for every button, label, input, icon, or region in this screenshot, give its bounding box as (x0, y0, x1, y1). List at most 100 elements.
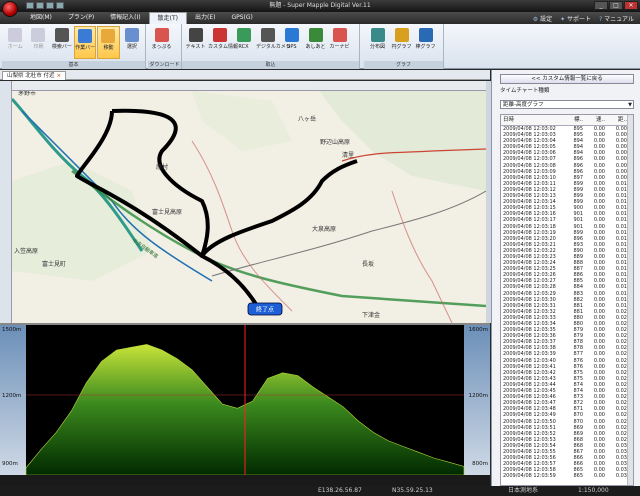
quick-customize-icon[interactable] (56, 2, 64, 9)
menu-tab-2[interactable]: 情報記入(I) (102, 12, 148, 24)
map-canvas: 茅野市八ヶ岳原村野辺山高原清里富士見高原大泉高原富士見町入笠高原長坂下津金 終了… (12, 81, 486, 323)
ribbon-button-label: GPS (286, 44, 297, 50)
ribbon-button-0-5[interactable]: 選択 (121, 26, 143, 59)
ribbon-icon-1-0 (154, 28, 169, 42)
quick-redo-icon[interactable] (46, 2, 54, 9)
map-horizontal-ruler (12, 81, 486, 91)
ribbon-button-2-4[interactable]: GPS (280, 26, 303, 59)
support-link[interactable]: ✦ サポート (560, 14, 591, 23)
column-distance[interactable]: 距.. (605, 115, 627, 125)
help-links: ⚙ 設定 ✦ サポート ? マニュアル (533, 12, 634, 24)
status-datum: 日本測地系 (508, 487, 539, 494)
ribbon-button-0-0[interactable]: ホーム (4, 26, 26, 59)
map-place-label: 野辺山高原 (320, 138, 350, 146)
ribbon-icon-3-1 (394, 28, 409, 42)
help-icon: ✦ (560, 15, 566, 23)
ribbon-button-0-2[interactable]: 検索バー (51, 26, 73, 59)
right-tick-label: 800m (472, 461, 488, 467)
ribbon-button-2-5[interactable]: あしあと (304, 26, 327, 59)
back-to-list-button[interactable]: << カスタム情報一覧に戻る (500, 74, 634, 84)
title-bar: 無題 - Super Mapple Digital Ver.11 (0, 0, 640, 12)
column-altitude[interactable]: 標.. (559, 115, 583, 125)
settings-link[interactable]: ⚙ 設定 (533, 14, 552, 23)
menu-tab-4[interactable]: 出力(E) (187, 12, 223, 24)
status-bar: E138.26.56.87 N35.59.25.13 日本測地系 1:150,0… (0, 486, 640, 496)
quick-save-icon[interactable] (26, 2, 34, 9)
menu-tab-0[interactable]: 地図(M) (22, 12, 60, 24)
map-place-label: 八ヶ岳 (298, 116, 316, 123)
menu-tab-3[interactable]: 散走(T) (148, 12, 187, 24)
ribbon-button-2-2[interactable]: RCX (232, 26, 255, 59)
ribbon-icon-2-1 (212, 28, 227, 42)
left-tick-label: 1200m (2, 393, 21, 399)
ribbon-button-3-1[interactable]: 円グラフ (390, 26, 413, 59)
chevron-down-icon: ▼ (628, 102, 632, 108)
ribbon-button-label: カーナビ (329, 44, 350, 50)
ribbon-button-0-1[interactable]: 印刷 (27, 26, 49, 59)
ribbon-button-3-0[interactable]: 分布図 (366, 26, 389, 59)
ribbon-button-label: ホーム (7, 44, 23, 50)
ribbon-button-0-4[interactable]: 移動 (97, 26, 120, 59)
table-scrollbar[interactable] (627, 115, 633, 485)
minimize-button[interactable]: _ (594, 1, 608, 10)
ribbon-icon-0-4 (101, 29, 116, 43)
chart-type-select[interactable]: 距離-高度グラフ ▼ (500, 100, 634, 109)
window-title: 無題 - Super Mapple Digital Ver.11 (269, 2, 371, 9)
table-row[interactable]: 2009/04/08 12:03:59 865 0.00 0.03 (501, 473, 633, 479)
table-body: 2009/04/08 12:03:02 895 0.00 0.00 2009/04/08… (501, 126, 633, 479)
app-menu-orb[interactable] (2, 1, 18, 17)
ribbon-group-label: 取込 (182, 61, 359, 69)
menu-tab-1[interactable]: プラン(P) (60, 12, 102, 24)
location-tab[interactable]: 山梨県 北杜市 付近 × (2, 71, 67, 80)
ribbon-button-1-0[interactable]: まっぷる (150, 26, 173, 59)
elevation-chart[interactable]: 1500m1200m900m1600m1200m800m10.0km20.0km… (0, 323, 490, 486)
ribbon-button-label: テキスト (185, 44, 206, 50)
map-place-label: 清里 (342, 151, 354, 159)
tab-close-icon[interactable]: × (57, 73, 62, 79)
ribbon-group-label: グラフ (364, 61, 443, 69)
quick-undo-icon[interactable] (36, 2, 44, 9)
ribbon-icon-3-2 (418, 28, 433, 42)
left-tick-label: 900m (2, 461, 18, 467)
column-datetime[interactable]: 日時 (501, 115, 559, 125)
ribbon-icon-0-2 (54, 28, 69, 42)
track-data-table: 日時 標.. 速.. 距.. 2009/04/08 12:03:02 895 0.0… (500, 114, 634, 486)
menu-tab-5[interactable]: GPS(G) (223, 12, 260, 24)
table-header: 日時 標.. 速.. 距.. (501, 115, 633, 126)
ribbon-group-1: まっぷるダウンロード (148, 24, 182, 69)
ribbon-button-2-3[interactable]: デジタルカメラ (256, 26, 291, 59)
maximize-button[interactable]: □ (609, 1, 623, 10)
status-longitude: E138.26.56.87 (318, 487, 362, 494)
table-cell: 0.00 (593, 473, 605, 480)
ribbon-button-0-3[interactable]: 作業バー (74, 26, 97, 59)
map-place-label: 大泉高原 (312, 225, 336, 233)
ribbon-icon-2-3 (260, 28, 275, 42)
window-controls: _ □ ✕ (594, 1, 638, 10)
ribbon-button-2-6[interactable]: カーナビ (328, 26, 351, 59)
ribbon-group-label: ダウンロード (148, 61, 181, 69)
ribbon-button-label: 選択 (126, 44, 137, 50)
left-tick-label: 1500m (2, 327, 21, 333)
ribbon-button-3-2[interactable]: 棒グラフ (414, 26, 437, 59)
column-speed[interactable]: 速.. (583, 115, 605, 125)
ribbon-icon-0-5 (124, 28, 139, 42)
distance-axis-band (0, 475, 490, 486)
gear-icon: ⚙ (532, 15, 539, 23)
ribbon-group-2: テキスト カスタム情報 RCX デジタルカメラ GPS あしあと カーナビ取込 (182, 24, 360, 69)
manual-link[interactable]: ? マニュアル (599, 14, 634, 23)
ribbon-button-2-1[interactable]: カスタム情報 (208, 26, 238, 59)
question-icon: ? (599, 15, 603, 23)
map-place-label: 下津金 (362, 311, 380, 319)
status-latitude: N35.59.25.13 (392, 487, 433, 494)
right-tick-label: 1600m (469, 327, 488, 333)
map-place-label: 富士見高原 (152, 208, 182, 216)
close-button[interactable]: ✕ (624, 1, 638, 10)
right-tick-label: 1200m (469, 393, 488, 399)
end-marker[interactable]: 終了点 (247, 302, 283, 316)
ribbon-button-2-0[interactable]: テキスト (184, 26, 207, 59)
ribbon: ホーム 印刷 検索バー 作業バー 移動 選択 基本 まっぷる ダウンロード テキスト カスタム情報 R… (0, 24, 640, 69)
end-marker-label: 終了点 (256, 306, 274, 314)
map-view[interactable]: 茅野市 八ヶ岳 原村 野辺山高原 清里 富士見高原 大泉高原 富士見町 入笠高原 長坂 下津金 終了… (12, 81, 486, 323)
ribbon-group-0: ホーム 印刷 検索バー 作業バー 移動 選択 基本 (2, 24, 146, 69)
right-axis-band (464, 325, 490, 475)
